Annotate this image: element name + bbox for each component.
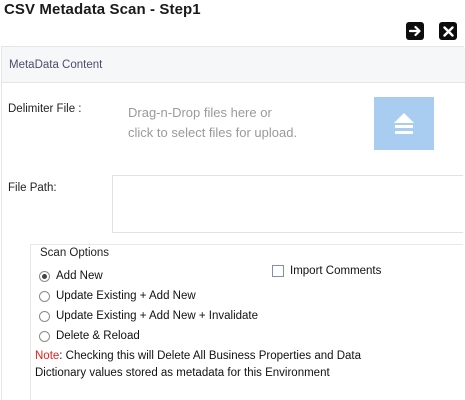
file-path-input[interactable]	[112, 175, 463, 233]
import-comments-checkbox[interactable]: Import Comments	[272, 265, 381, 277]
radio-option-delete-reload[interactable]: Delete & Reload	[39, 330, 140, 342]
section-title: MetaData Content	[9, 59, 103, 71]
option-label: Add New	[56, 270, 103, 282]
radio-unselected-icon	[39, 310, 50, 322]
upload-icon	[394, 112, 414, 134]
note-prefix: Note	[35, 350, 60, 362]
import-comments-label: Import Comments	[290, 265, 382, 277]
section-header: MetaData Content	[2, 47, 465, 83]
close-x-icon	[442, 25, 454, 37]
radio-option-update-add-invalidate[interactable]: Update Existing + Add New + Invalidate	[39, 310, 258, 322]
close-button[interactable]	[439, 22, 457, 40]
arrow-right-icon	[408, 25, 421, 37]
radio-option-update-existing-add-new[interactable]: Update Existing + Add New	[39, 290, 196, 302]
delimiter-file-label: Delimiter File :	[8, 103, 82, 115]
option-label: Delete & Reload	[56, 330, 140, 342]
upload-button[interactable]	[374, 97, 434, 150]
option-label: Update Existing + Add New + Invalidate	[56, 310, 259, 322]
dialog-title: CSV Metadata Scan - Step1	[4, 1, 201, 18]
file-path-label: File Path:	[8, 182, 57, 194]
checkbox-icon	[272, 265, 284, 277]
radio-unselected-icon	[39, 330, 50, 342]
dropzone-line1: Drag-n-Drop files here or	[128, 105, 272, 120]
radio-selected-icon	[39, 270, 50, 282]
radio-option-add-new[interactable]: Add New	[39, 270, 103, 282]
next-step-button[interactable]	[406, 22, 424, 40]
radio-unselected-icon	[39, 290, 50, 302]
option-label: Update Existing + Add New	[56, 290, 196, 302]
scan-options-title: Scan Options	[40, 247, 110, 259]
dropzone-text: Drag-n-Drop files here or click to selec…	[128, 103, 358, 143]
warning-note: Note: Checking this will Delete All Busi…	[35, 348, 415, 382]
file-dropzone[interactable]: Drag-n-Drop files here or click to selec…	[114, 90, 464, 162]
dropzone-line2: click to select files for upload.	[128, 125, 298, 140]
note-text: : Checking this will Delete All Business…	[35, 350, 361, 379]
